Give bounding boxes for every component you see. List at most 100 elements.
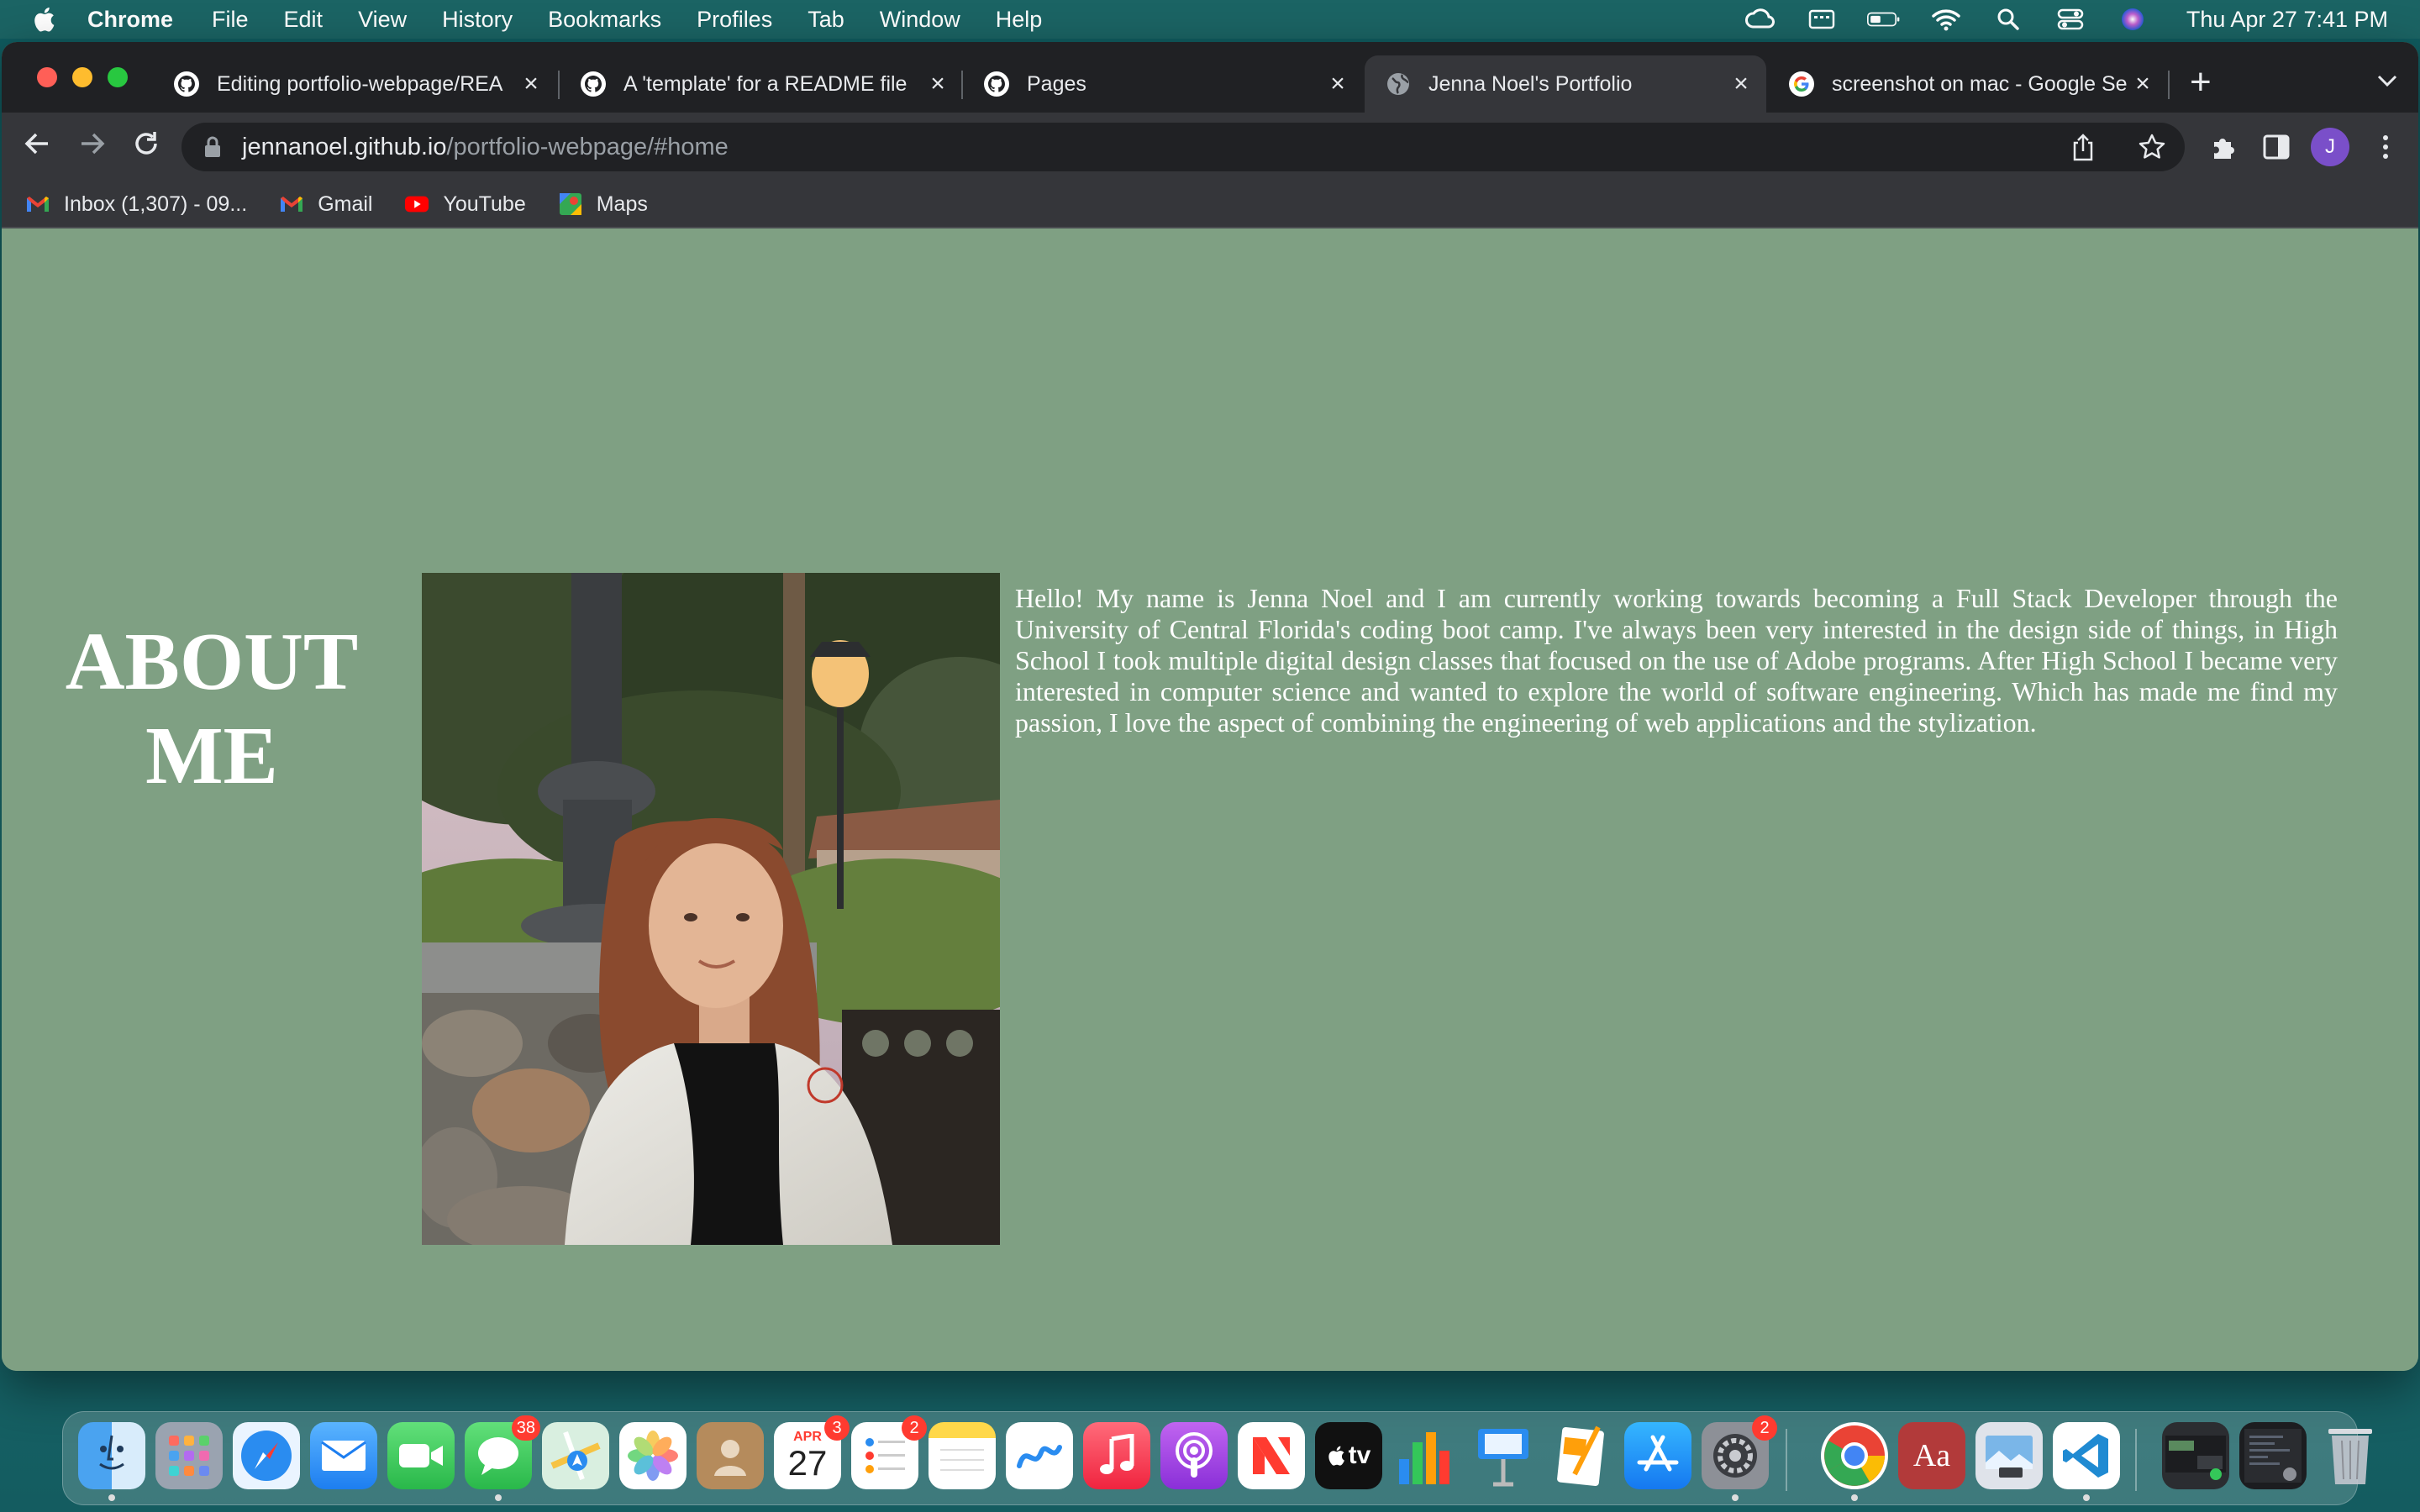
mail-icon[interactable] (310, 1422, 377, 1489)
browser-toolbar: jennanoel.github.io/portfolio-webpage/#h… (2, 113, 2418, 181)
about-me-heading: ABOUT ME (35, 615, 388, 803)
running-indicator (1732, 1494, 1739, 1501)
bookmark-maps[interactable]: Maps (558, 192, 648, 217)
keynote-icon[interactable] (1470, 1422, 1537, 1489)
battery-icon[interactable] (1866, 8, 1901, 31)
safari-icon[interactable] (233, 1422, 300, 1489)
share-icon[interactable] (2067, 131, 2099, 163)
bookmark-label: Maps (596, 192, 648, 216)
menu-app-name[interactable]: Chrome (87, 7, 173, 33)
zoom-window-button[interactable] (108, 67, 128, 87)
menu-history[interactable]: History (442, 7, 513, 33)
preview-icon[interactable] (1975, 1422, 2043, 1489)
new-tab-button[interactable]: + (2190, 64, 2212, 101)
close-tab-icon[interactable]: × (518, 70, 544, 98)
vscode-icon[interactable] (2053, 1422, 2120, 1501)
finder-icon[interactable] (78, 1422, 145, 1501)
dock-separator (2135, 1429, 2137, 1491)
maps-app-icon[interactable] (542, 1422, 609, 1489)
menu-edit[interactable]: Edit (284, 7, 324, 33)
tab-pages[interactable]: Pages × (963, 55, 1363, 113)
running-indicator (108, 1494, 115, 1501)
back-button[interactable] (20, 129, 54, 163)
menu-bookmarks[interactable]: Bookmarks (548, 7, 661, 33)
close-tab-icon[interactable]: × (2129, 70, 2156, 98)
google-icon (1788, 71, 1815, 97)
launchpad-icon[interactable] (155, 1422, 223, 1489)
lock-icon[interactable] (203, 136, 222, 158)
minimized-window-thumbnail[interactable] (2162, 1422, 2229, 1489)
bookmark-inbox[interactable]: Inbox (1,307) - 09... (25, 192, 247, 217)
system-settings-icon[interactable]: 2 (1702, 1415, 1777, 1501)
gmail-icon (279, 194, 304, 214)
tab-readme-template[interactable]: A 'template' for a README file × (560, 55, 963, 113)
close-window-button[interactable] (37, 67, 57, 87)
notes-icon[interactable] (929, 1422, 996, 1489)
app-store-icon[interactable] (1624, 1422, 1691, 1489)
minimized-window-thumbnail[interactable] (2239, 1422, 2307, 1489)
pages-icon[interactable] (1547, 1422, 1614, 1489)
menu-profiles[interactable]: Profiles (697, 7, 772, 33)
tab-separator (2168, 71, 2170, 99)
dictionary-icon[interactable]: Aa (1898, 1422, 1965, 1489)
podcasts-icon[interactable] (1160, 1422, 1228, 1489)
creative-cloud-icon[interactable] (1743, 8, 1776, 31)
control-center-icon[interactable] (2054, 8, 2087, 31)
tab-strip: Editing portfolio-webpage/REA × A 'templ… (2, 42, 2418, 113)
calendar-icon[interactable]: APR 27 3 (774, 1415, 850, 1489)
apple-tv-icon[interactable]: tv (1315, 1422, 1382, 1489)
chrome-menu-icon[interactable] (2370, 131, 2402, 163)
wifi-icon[interactable] (1929, 8, 1963, 31)
news-icon[interactable] (1238, 1422, 1305, 1489)
menu-bar-clock[interactable]: Thu Apr 27 7:41 PM (2186, 7, 2388, 33)
tab-google-search[interactable]: screenshot on mac - Google Se × (1768, 55, 2168, 113)
close-tab-icon[interactable]: × (1728, 70, 1754, 98)
photos-icon[interactable] (619, 1422, 687, 1489)
forward-button[interactable] (76, 129, 109, 163)
running-indicator (495, 1494, 502, 1501)
dock-separator (1786, 1429, 1787, 1491)
tab-title: Pages (1027, 71, 1086, 96)
menu-view[interactable]: View (358, 7, 407, 33)
freeform-icon[interactable] (1006, 1422, 1073, 1489)
bookmark-gmail[interactable]: Gmail (279, 192, 372, 217)
keyboard-input-icon[interactable] (1805, 8, 1839, 31)
about-me-bio: Hello! My name is Jenna Noel and I am cu… (1015, 583, 2338, 738)
music-icon[interactable] (1083, 1422, 1150, 1489)
chrome-icon[interactable] (1821, 1422, 1888, 1501)
settings-badge: 2 (1752, 1415, 1777, 1441)
profile-avatar[interactable]: J (2311, 128, 2349, 166)
tab-title: Editing portfolio-webpage/REA (217, 71, 503, 96)
calendar-day: 27 (787, 1443, 828, 1483)
spotlight-search-icon[interactable] (1991, 8, 2025, 31)
menu-help[interactable]: Help (996, 7, 1043, 33)
tv-label: tv (1348, 1441, 1371, 1469)
side-panel-icon[interactable] (2260, 131, 2292, 163)
window-controls (37, 67, 128, 87)
bookmark-youtube[interactable]: YouTube (404, 192, 526, 217)
reminders-icon[interactable]: 2 (851, 1415, 927, 1489)
menu-window[interactable]: Window (880, 7, 960, 33)
tab-editing-readme[interactable]: Editing portfolio-webpage/REA × (153, 55, 556, 113)
tab-title: A 'template' for a README file (623, 71, 908, 96)
siri-icon[interactable] (2116, 8, 2149, 31)
minimize-window-button[interactable] (72, 67, 92, 87)
tab-search-chevron-icon[interactable] (2376, 67, 2398, 94)
messages-icon[interactable]: 38 (465, 1415, 540, 1501)
contacts-icon[interactable] (697, 1422, 764, 1489)
numbers-icon[interactable] (1392, 1422, 1460, 1489)
tab-jenna-noel-portfolio[interactable]: Jenna Noel's Portfolio × (1365, 55, 1766, 113)
facetime-icon[interactable] (387, 1422, 455, 1489)
extensions-puzzle-icon[interactable] (2207, 131, 2238, 163)
menu-file[interactable]: File (212, 7, 249, 33)
close-tab-icon[interactable]: × (924, 70, 951, 98)
trash-icon[interactable] (2317, 1422, 2384, 1489)
apple-menu-icon[interactable] (0, 6, 87, 33)
reload-button[interactable] (129, 129, 163, 163)
menu-tab[interactable]: Tab (808, 7, 844, 33)
address-bar[interactable]: jennanoel.github.io/portfolio-webpage/#h… (182, 123, 2185, 171)
reminders-badge: 2 (902, 1415, 927, 1441)
bookmark-star-icon[interactable] (2136, 131, 2168, 163)
bookmark-label: Inbox (1,307) - 09... (64, 192, 248, 216)
close-tab-icon[interactable]: × (1324, 70, 1351, 98)
